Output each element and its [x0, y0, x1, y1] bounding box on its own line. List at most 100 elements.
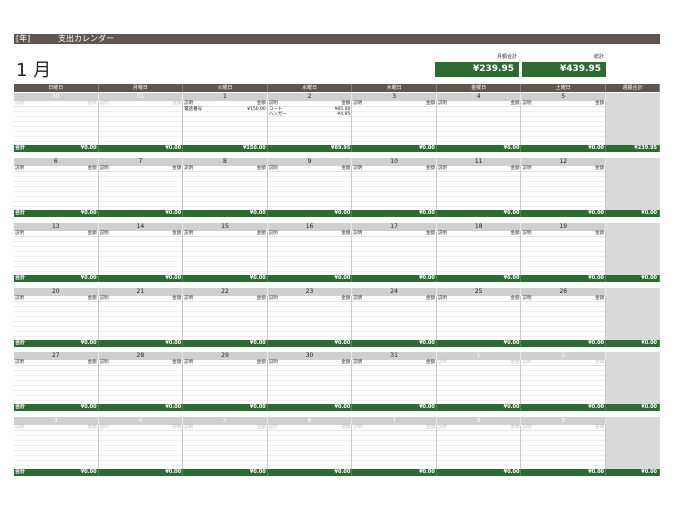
description-label: 説明: [99, 360, 109, 365]
expense-entry-row[interactable]: [436, 332, 521, 337]
expense-entry-row[interactable]: [14, 461, 98, 466]
daily-total-cell: ¥0.00: [521, 340, 607, 347]
expense-entry-row[interactable]: [98, 137, 183, 142]
expense-entry-row[interactable]: [267, 461, 352, 466]
day-cell[interactable]: 説明 金額: [14, 231, 99, 275]
day-cell[interactable]: 説明 金額: [352, 360, 437, 404]
expense-amount: ¥150.00: [247, 107, 266, 112]
expense-entry-row[interactable]: [14, 267, 98, 272]
day-cell[interactable]: 説明 金額: [436, 296, 522, 340]
daily-total-cell: ¥0.00: [268, 469, 353, 476]
day-cell[interactable]: 説明 金額: [14, 296, 99, 340]
day-cell[interactable]: 説明 金額: [98, 101, 184, 145]
day-cell[interactable]: 説明 金額: [183, 166, 268, 210]
day-cell[interactable]: 説明 金額: [436, 166, 522, 210]
expense-entry-row[interactable]: [183, 461, 267, 466]
day-cell[interactable]: 説明 金額: [352, 166, 437, 210]
day-cell[interactable]: 説明 金額 コート ¥85.00 ハンガー ¥4.95: [267, 101, 353, 145]
day-cell[interactable]: 説明 金額: [352, 425, 437, 469]
expense-entry-row[interactable]: [267, 267, 352, 272]
day-cell[interactable]: 説明 金額: [436, 360, 522, 404]
expense-entry-row[interactable]: [352, 137, 436, 142]
day-cell[interactable]: 説明 金額: [521, 425, 607, 469]
day-cell[interactable]: 説明 金額: [267, 166, 353, 210]
daily-total-cell: ¥0.00: [352, 404, 437, 411]
day-cell[interactable]: 説明 金額: [98, 166, 184, 210]
day-cell[interactable]: 説明 金額: [14, 425, 99, 469]
week-row: 13 14 15 16 17 18 19 説明 金額 説明 金額 説明 金額 説明 金額 説明 金額 説明 金額 説明…: [14, 223, 661, 284]
expense-entry-row[interactable]: [436, 461, 521, 466]
day-cell[interactable]: 説明 金額: [267, 360, 353, 404]
day-cell[interactable]: 説明 金額: [436, 101, 522, 145]
expense-entry-row[interactable]: [436, 137, 521, 142]
expense-entry-row[interactable]: [183, 267, 267, 272]
daily-total-value: ¥0.00: [503, 145, 520, 151]
expense-entry-row[interactable]: [267, 332, 352, 337]
day-cell[interactable]: 説明 金額 電話番号 ¥150.00: [183, 101, 268, 145]
day-cell[interactable]: 説明 金額: [521, 360, 607, 404]
day-cell[interactable]: 説明 金額: [352, 296, 437, 340]
day-cell[interactable]: 説明 金額: [267, 425, 353, 469]
expense-entry-row[interactable]: [352, 396, 436, 401]
day-cell[interactable]: 説明 金額: [183, 231, 268, 275]
day-cell[interactable]: 説明 金額: [436, 231, 522, 275]
expense-entry-row[interactable]: [98, 332, 183, 337]
weekly-total-value: ¥0.00: [606, 404, 661, 411]
day-cell[interactable]: 説明 金額: [14, 360, 99, 404]
day-cell[interactable]: 説明 金額: [98, 296, 184, 340]
amount-label: 金額: [341, 101, 351, 106]
expense-entry-row[interactable]: [98, 267, 183, 272]
expense-entry-row[interactable]: [352, 267, 436, 272]
expense-entry-row[interactable]: [436, 267, 521, 272]
day-cell[interactable]: 説明 金額: [352, 231, 437, 275]
expense-entry-row[interactable]: [352, 202, 436, 207]
expense-entry-row[interactable]: [352, 461, 436, 466]
month-title[interactable]: 1 月: [16, 56, 51, 82]
expense-entry-row[interactable]: [436, 202, 521, 207]
expense-entry-row[interactable]: [183, 202, 267, 207]
expense-entry-row[interactable]: [14, 332, 98, 337]
day-cell[interactable]: 説明 金額: [98, 425, 184, 469]
expense-entry-row[interactable]: [521, 202, 606, 207]
day-cell[interactable]: 説明 金額: [436, 425, 522, 469]
expense-entry-row[interactable]: [436, 396, 521, 401]
year-label[interactable]: [年]: [16, 34, 30, 44]
expense-entry-row[interactable]: [14, 137, 98, 142]
day-cell[interactable]: 説明 金額: [521, 296, 607, 340]
expense-entry-row[interactable]: [521, 267, 606, 272]
expense-entry-row[interactable]: [183, 137, 267, 142]
expense-entry-row[interactable]: [183, 396, 267, 401]
expense-entry-row[interactable]: [98, 202, 183, 207]
day-cell[interactable]: 説明 金額: [521, 101, 607, 145]
expense-entry-row[interactable]: [183, 332, 267, 337]
expense-entry-row[interactable]: [352, 332, 436, 337]
day-cell[interactable]: 説明 金額: [183, 360, 268, 404]
day-cell[interactable]: 説明 金額: [183, 425, 268, 469]
day-cell[interactable]: 説明 金額: [521, 231, 607, 275]
daily-total-value: ¥0.00: [588, 210, 605, 216]
expense-entry-row[interactable]: [267, 396, 352, 401]
expense-amount: ¥85.00: [334, 107, 351, 112]
day-cell[interactable]: 説明 金額: [183, 296, 268, 340]
day-cell[interactable]: 説明 金額: [267, 231, 353, 275]
day-cell[interactable]: 説明 金額: [14, 166, 99, 210]
expense-entry-row[interactable]: [14, 202, 98, 207]
expense-entry-row[interactable]: [521, 332, 606, 337]
expense-entry-row[interactable]: [267, 202, 352, 207]
day-cell[interactable]: 説明 金額: [98, 231, 184, 275]
day-cell[interactable]: 説明 金額: [521, 166, 607, 210]
expense-entry-row[interactable]: [521, 137, 606, 142]
weekly-total-cell: [606, 417, 660, 469]
day-cell[interactable]: 説明 金額: [98, 360, 184, 404]
expense-entry-row[interactable]: [521, 461, 606, 466]
weekly-total-cell: [606, 352, 660, 404]
day-cell[interactable]: 説明 金額: [352, 101, 437, 145]
expense-entry-row[interactable]: [98, 396, 183, 401]
expense-entry-row[interactable]: [14, 396, 98, 401]
expense-entry-row[interactable]: [98, 461, 183, 466]
expense-entry-row[interactable]: [521, 396, 606, 401]
day-cell[interactable]: 説明 金額: [267, 296, 353, 340]
day-cell[interactable]: 説明 金額: [14, 101, 99, 145]
expense-entry-row[interactable]: [267, 137, 352, 142]
description-label: 説明: [437, 425, 447, 430]
